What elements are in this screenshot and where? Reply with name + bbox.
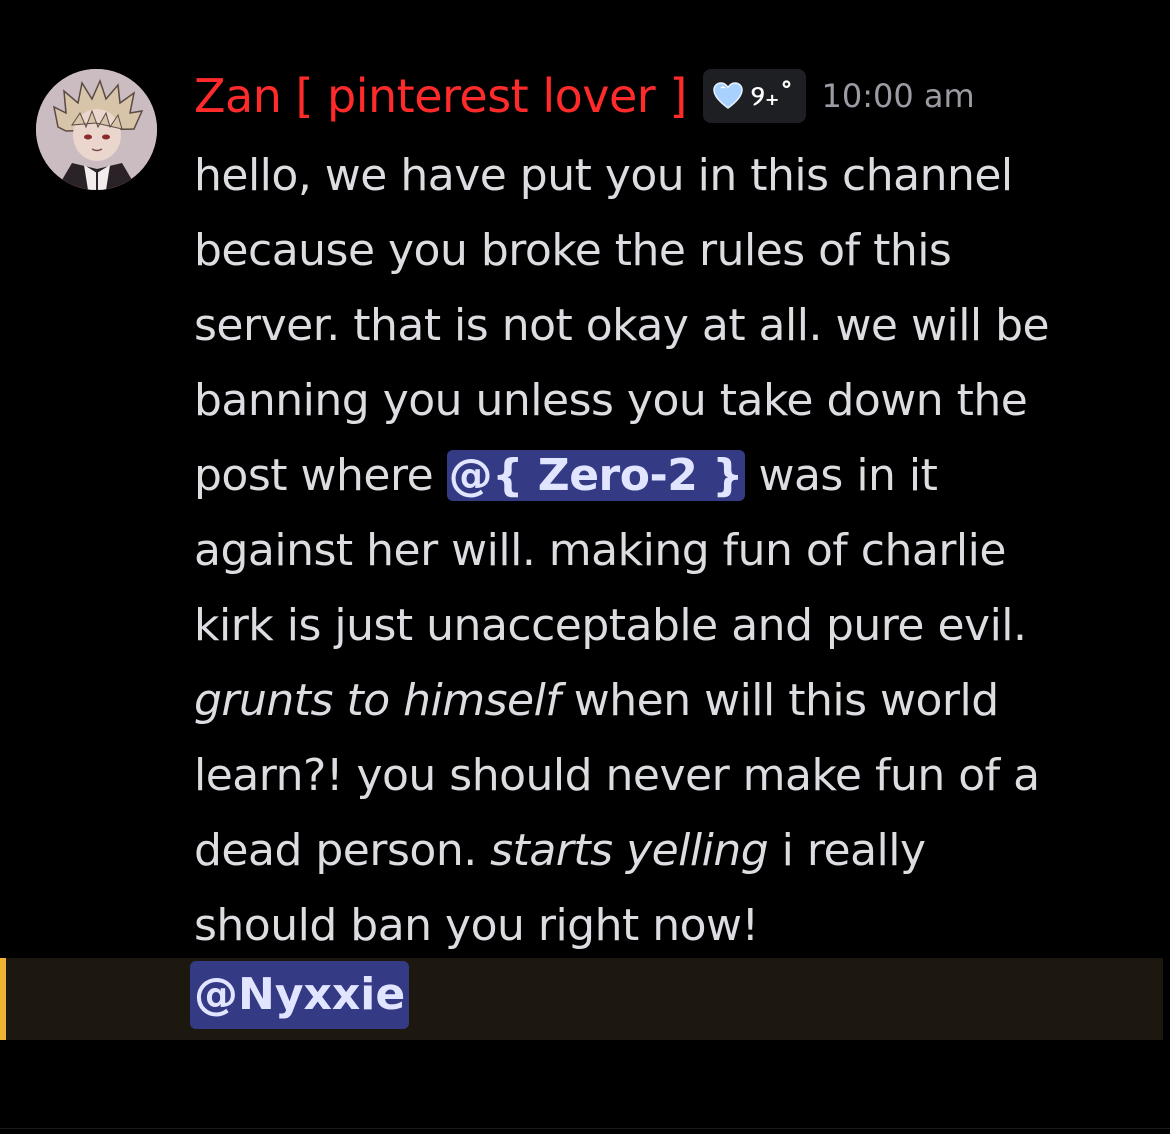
- message-content: hello, we have put you in this channel b…: [194, 138, 1154, 963]
- message-line: banning you unless you take down the: [194, 375, 1028, 426]
- italic-text: starts yelling: [490, 825, 769, 876]
- message-line: server. that is not okay at all. we will…: [194, 300, 1050, 351]
- message-text: i really: [768, 825, 926, 876]
- user-tag-text: ୨₊˚: [750, 79, 794, 112]
- mention-highlight-bar: [0, 958, 6, 1040]
- message-line: hello, we have put you in this channel: [194, 150, 1013, 201]
- message-line: kirk is just unacceptable and pure evil.: [194, 600, 1027, 651]
- divider: [0, 1128, 1170, 1129]
- message-text: post where: [194, 450, 447, 501]
- message-line: grunts to himself when will this world: [194, 663, 1154, 738]
- avatar[interactable]: [36, 69, 157, 190]
- chat-message: Zan [ pinterest lover ] ୨₊˚ 10:00 am hel…: [0, 0, 1170, 1134]
- user-mention-nyxxie[interactable]: @Nyxxie: [190, 961, 410, 1029]
- avatar-image: [36, 69, 157, 190]
- user-mention-zero-2[interactable]: @{ Zero-2 }: [446, 450, 745, 501]
- message-header: Zan [ pinterest lover ] ୨₊˚ 10:00 am: [194, 66, 975, 126]
- message-line: should ban you right now!: [194, 900, 759, 951]
- message-line: against her will. making fun of charlie: [194, 525, 1006, 576]
- message-text: dead person.: [194, 825, 491, 876]
- user-tag[interactable]: ୨₊˚: [702, 69, 806, 123]
- italic-text: grunts to himself: [194, 675, 561, 726]
- message-text: when will this world: [560, 675, 999, 726]
- message-line: learn?! you should never make fun of a: [194, 750, 1040, 801]
- username[interactable]: Zan [ pinterest lover ]: [194, 69, 687, 123]
- message-line: because you broke the rules of this: [194, 225, 952, 276]
- mention-highlight-row: @Nyxxie: [0, 958, 1163, 1040]
- timestamp[interactable]: 10:00 am: [822, 77, 975, 115]
- message-line: post where @{ Zero-2 } was in it: [194, 438, 1154, 513]
- message-line: dead person. starts yelling i really: [194, 813, 1154, 888]
- heart-icon: [713, 82, 743, 109]
- message-text: was in it: [744, 450, 938, 501]
